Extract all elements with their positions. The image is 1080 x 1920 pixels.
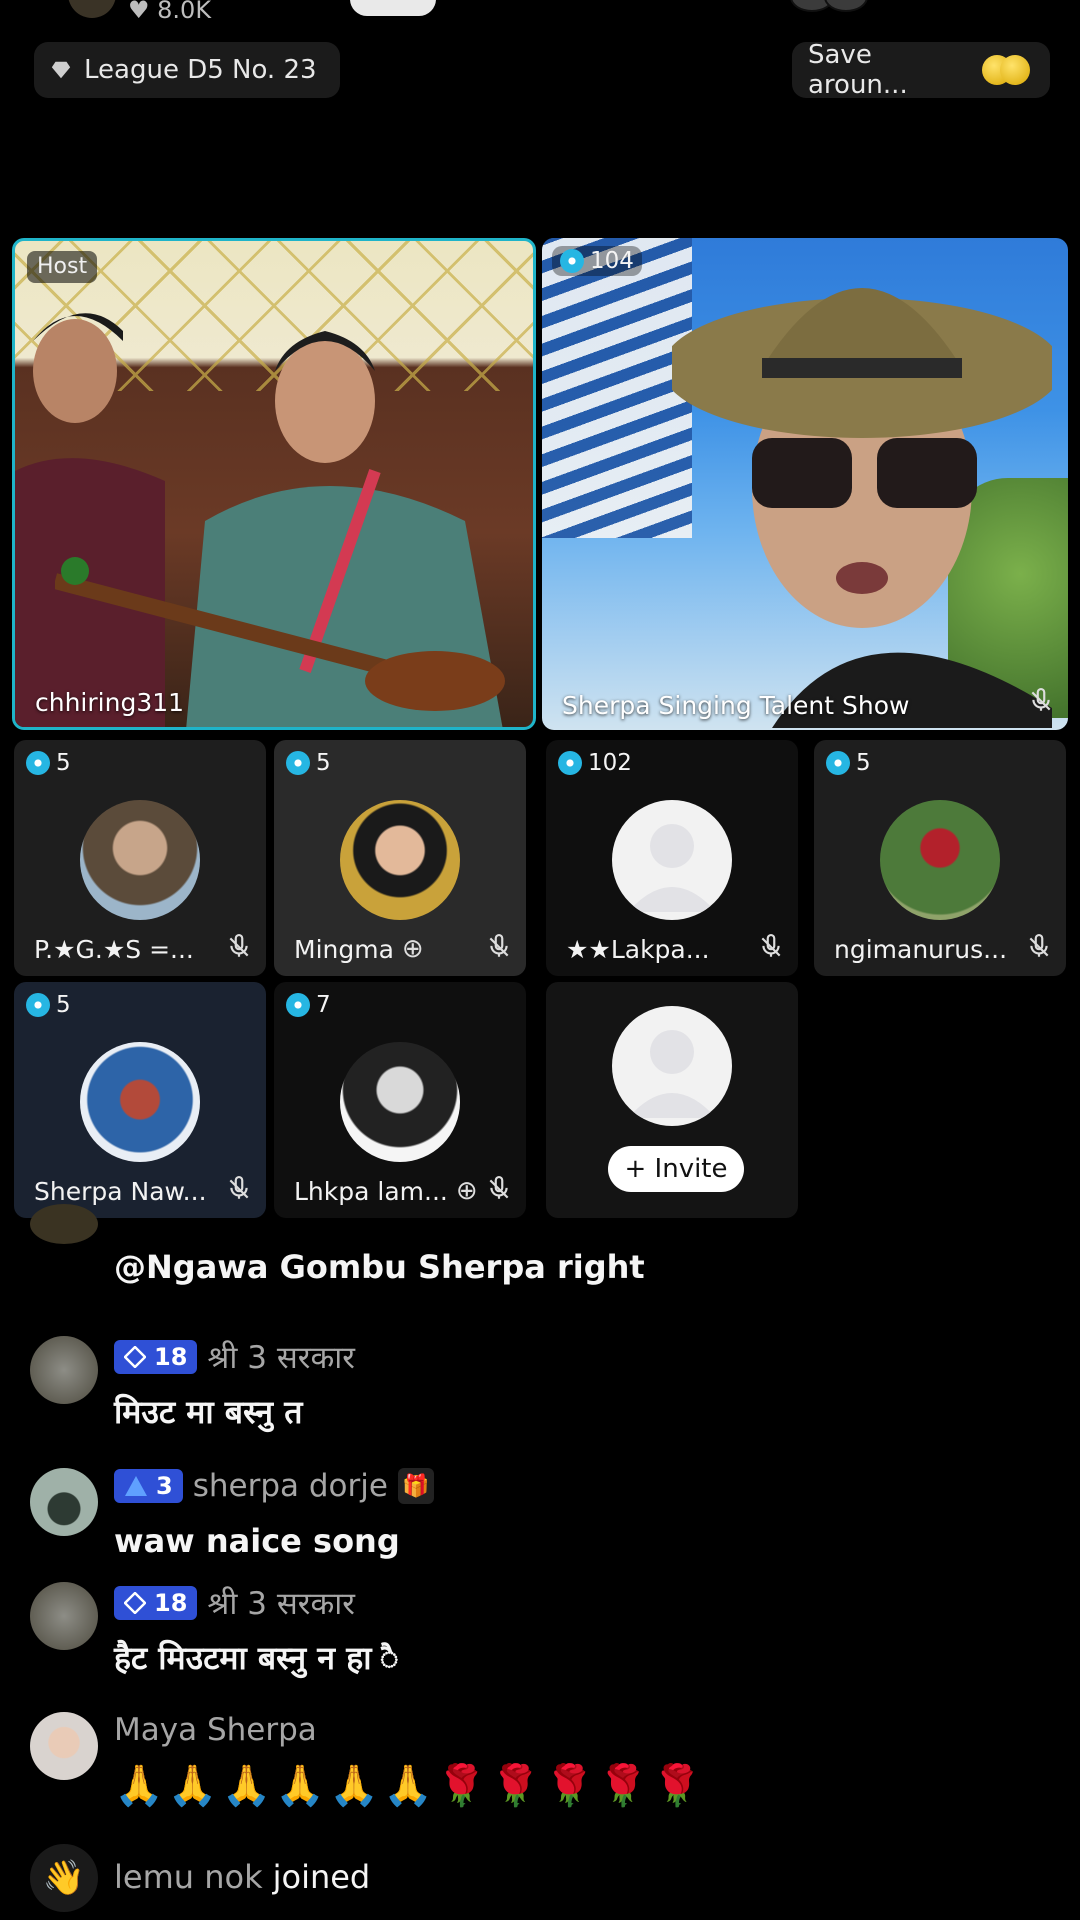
wave-icon: 👋 <box>30 1844 98 1912</box>
top-bar: ♥ 8.0K <box>0 0 1080 24</box>
league-chip[interactable]: League D5 No. 23 <box>34 42 340 98</box>
join-notice: 👋 lemu nok joined <box>30 1844 1070 1914</box>
chat-avatar[interactable] <box>30 1712 98 1780</box>
pergola-background <box>542 238 692 538</box>
seat-gift-count: 5 <box>26 992 71 1018</box>
seat-avatar[interactable] <box>80 1042 200 1162</box>
seat-name[interactable]: P.★G.★S =... <box>34 935 194 964</box>
gem-icon <box>286 751 310 775</box>
default-avatar-icon[interactable] <box>612 800 732 920</box>
chat-text: मिउट मा बस्नु त <box>114 1393 303 1431</box>
seat-avatar[interactable] <box>340 800 460 920</box>
host-avatar[interactable] <box>68 0 116 18</box>
host-name[interactable]: chhiring311 <box>35 688 184 717</box>
chat-avatar[interactable] <box>30 1336 98 1404</box>
level-badge: 3 <box>114 1469 183 1503</box>
default-avatar-icon <box>612 1006 732 1126</box>
chat-username[interactable]: sherpa dorje <box>193 1468 388 1504</box>
gem-icon <box>826 751 850 775</box>
seat-gift-count: 5 <box>286 750 331 776</box>
seat-tile-3[interactable]: 102 ★★Lakpa... <box>546 740 798 976</box>
seat-name[interactable]: Mingma ⊕ <box>294 934 424 964</box>
joined-username[interactable]: lemu nok <box>114 1858 263 1896</box>
gem-icon <box>26 751 50 775</box>
coin-icon <box>981 53 1034 87</box>
mic-muted-icon <box>1031 688 1051 711</box>
seat-name[interactable]: ★★Lakpa... <box>566 935 710 964</box>
seat-gift-count: 5 <box>26 750 71 776</box>
chat-message[interactable]: @Ngawa Gombu Sherpa right <box>30 1204 1070 1300</box>
chat-username[interactable]: Maya Sherpa <box>114 1712 317 1748</box>
guest-name[interactable]: Sherpa Singing Talent Show <box>562 691 909 720</box>
chat-avatar[interactable] <box>30 1468 98 1536</box>
chat-message[interactable]: Maya Sherpa 🙏🙏🙏🙏🙏🙏🌹🌹🌹🌹🌹 <box>30 1712 1070 1822</box>
chat-text: waw naice song <box>114 1522 400 1560</box>
mic-muted-icon <box>489 934 509 957</box>
seat-tile-6[interactable]: 7 Lhkpa lam... ⊕ <box>274 982 526 1218</box>
mic-muted-icon <box>761 934 781 957</box>
empty-seat-tile[interactable]: + Invite <box>546 982 798 1218</box>
host-tag: Host <box>27 251 98 283</box>
seat-tile-2[interactable]: 5 Mingma ⊕ <box>274 740 526 976</box>
seat-gift-count: 7 <box>286 992 331 1018</box>
seat-avatar[interactable] <box>340 1042 460 1162</box>
rank-icon <box>125 1476 147 1496</box>
chat-text: हैट मिउटमा बस्नु न हा ै <box>114 1639 399 1677</box>
level-badge: 18 <box>114 1340 198 1374</box>
instrument <box>55 557 505 711</box>
guest-gift-count: 104 <box>552 246 642 276</box>
guest-video-tile[interactable]: 104 Sherpa Singing Talent Show <box>542 238 1068 730</box>
chat-text: @Ngawa Gombu Sherpa right <box>114 1248 645 1286</box>
mic-muted-icon <box>229 1176 249 1199</box>
save-around-chip[interactable]: Save aroun... <box>792 40 1050 100</box>
seat-gift-count: 5 <box>826 750 871 776</box>
chat-username[interactable]: श्री 3 सरकार <box>207 1582 355 1624</box>
chat-message[interactable]: 18 श्री 3 सरकार हैट मिउटमा बस्नु न हा ै <box>30 1582 1070 1692</box>
gem-icon <box>286 993 310 1017</box>
chat-text: 🙏🙏🙏🙏🙏🙏🌹🌹🌹🌹🌹 <box>114 1763 706 1809</box>
mic-muted-icon <box>1029 934 1049 957</box>
gem-icon <box>560 249 584 273</box>
diamond-icon <box>124 1346 146 1368</box>
chat-message[interactable]: 3 sherpa dorje 🎁 waw naice song <box>30 1468 1070 1578</box>
plus-icon[interactable]: ⊕ <box>402 934 424 964</box>
seat-name[interactable]: Sherpa Naw... <box>34 1177 207 1206</box>
host-video-tile[interactable]: Host chhiring311 <box>12 238 536 730</box>
gem-icon <box>26 993 50 1017</box>
mic-muted-icon <box>489 1176 509 1199</box>
guest-person <box>672 288 1052 728</box>
seat-tile-5[interactable]: 5 Sherpa Naw... <box>14 982 266 1218</box>
joined-label: joined <box>272 1858 371 1896</box>
seat-tile-1[interactable]: 5 P.★G.★S =... <box>14 740 266 976</box>
follow-button[interactable] <box>350 0 436 16</box>
plus-icon[interactable]: ⊕ <box>456 1176 478 1206</box>
diamond-icon <box>51 61 71 79</box>
seat-avatar[interactable] <box>80 800 200 920</box>
seat-name[interactable]: Lhkpa lam... ⊕ <box>294 1176 478 1206</box>
seat-avatar[interactable] <box>880 800 1000 920</box>
likes-count: ♥ 8.0K <box>128 0 211 24</box>
gift-icon: 🎁 <box>397 1468 434 1504</box>
seat-tile-4[interactable]: 5 ngimanurus... <box>814 740 1066 976</box>
viewer-avatars[interactable] <box>790 0 880 12</box>
gem-icon <box>558 751 582 775</box>
heart-icon: ♥ <box>128 0 150 24</box>
seat-gift-count: 102 <box>558 750 632 776</box>
chat-avatar[interactable] <box>30 1204 98 1244</box>
diamond-icon <box>124 1592 146 1614</box>
invite-button[interactable]: + Invite <box>608 1146 744 1192</box>
chat-message[interactable]: 18 श्री 3 सरकार मिउट मा बस्नु त <box>30 1336 1070 1446</box>
seat-name[interactable]: ngimanurus... <box>834 935 1007 964</box>
chat-username[interactable]: श्री 3 सरकार <box>207 1336 355 1378</box>
mic-muted-icon <box>229 934 249 957</box>
level-badge: 18 <box>114 1586 198 1620</box>
chat-avatar[interactable] <box>30 1582 98 1650</box>
